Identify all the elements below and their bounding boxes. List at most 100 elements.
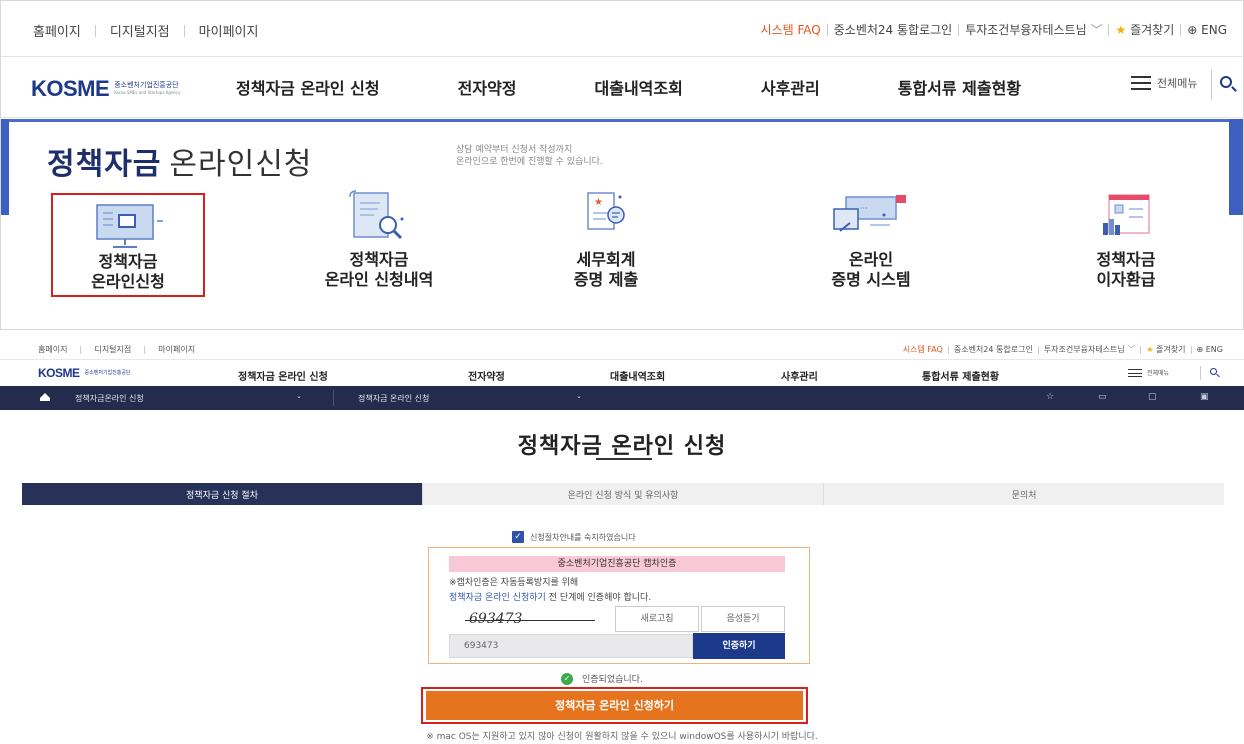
mypage-link[interactable]: 마이페이지 — [185, 21, 273, 40]
nav-loan-history[interactable]: 대출내역조회 — [610, 368, 665, 383]
digital-branch-link[interactable]: 디지털지점 — [96, 21, 184, 40]
all-menu-button[interactable]: 전체메뉴 — [1131, 75, 1197, 91]
nav-loan-history[interactable]: 대출내역조회 — [595, 75, 683, 99]
tile-label-line1: 세무회계 — [576, 250, 636, 269]
favorites-label: 즐겨찾기 — [1130, 23, 1175, 37]
breadcrumb-level1[interactable]: 정책자금온라인 신청 — [75, 393, 144, 404]
checkbox-checked-icon[interactable]: ✓ — [512, 531, 524, 543]
search-icon — [1220, 76, 1232, 88]
tile-label-line2: 온라인 신청내역 — [324, 270, 434, 289]
utility-bar-small: 홈페이지 디지털지점 마이페이지 시스템 FAQ 중소벤처24 통합로그인 투자… — [0, 338, 1244, 360]
captcha-input[interactable]: 693473 — [449, 634, 693, 658]
captcha-heading: 중소벤처기업진흥공단 캡차인증 — [449, 556, 785, 572]
tile-application-history[interactable]: 정책자금 온라인 신청내역 — [289, 187, 469, 290]
integrated-login-link[interactable]: 중소벤처24 통합로그인 — [828, 21, 958, 38]
divider — [333, 390, 334, 406]
refund-chart-icon — [1051, 187, 1201, 245]
certificate-system-icon: ··· — [791, 187, 951, 245]
logo-mark: KOSME — [38, 366, 80, 380]
hero-accent-right — [1229, 119, 1243, 215]
hero-desc-line2: 온라인으로 한번에 진행할 수 있습니다. — [456, 157, 603, 167]
kosme-logo[interactable]: KOSME 중소벤처기업진흥공단 — [38, 366, 131, 380]
page-title: 정책자금 온라인 신청 — [517, 434, 727, 459]
document-search-icon — [289, 187, 469, 245]
tab-list: 정책자금 신청 절차 온라인 신청 방식 및 유의사항 문의처 — [22, 483, 1224, 505]
home-icon[interactable] — [40, 393, 50, 401]
nav-online-application[interactable]: 정책자금 온라인 신청 — [238, 368, 328, 383]
check-circle-icon: ✓ — [561, 672, 573, 685]
captcha-refresh-button[interactable]: 새로고침 — [615, 606, 699, 632]
kosme-logo[interactable]: KOSME 중소벤처기업진흥공단 Korea SMEs and Startups … — [31, 76, 181, 102]
hero-section: 정책자금 온라인신청 상담 예약부터 신청서 작성까지 온라인으로 한번에 진행할… — [1, 119, 1243, 329]
hamburger-icon — [1131, 76, 1151, 90]
captcha-verify-button[interactable]: 인증하기 — [693, 633, 785, 659]
star-icon: ★ — [1146, 345, 1154, 354]
all-menu-label: 전체메뉴 — [1147, 370, 1170, 377]
certificate-icon: ★ — [536, 187, 676, 245]
logo-org-kr: 중소벤처기업진흥공단 — [84, 369, 131, 376]
hero-accent-left — [1, 119, 9, 215]
sitemap-icon[interactable]: ▣ — [1200, 392, 1209, 402]
mypage-link[interactable]: 마이페이지 — [145, 344, 208, 355]
chevron-down-icon: ﹀ — [1090, 23, 1103, 37]
share-icon[interactable]: ▢ — [1148, 392, 1157, 402]
user-menu[interactable]: 투자조건부융자테스트님 ﹀ — [1039, 344, 1141, 355]
favorites-link[interactable]: ★ 즐겨찾기 — [1109, 21, 1180, 38]
home-link[interactable]: 홈페이지 — [33, 21, 95, 40]
logo-org-kr: 중소벤처기업진흥공단 — [114, 81, 179, 89]
captcha-audio-button[interactable]: 음성듣기 — [701, 606, 785, 632]
nav-document-status[interactable]: 통합서류 제출현황 — [922, 368, 999, 383]
user-menu[interactable]: 투자조건부융자테스트님 ﹀ — [959, 21, 1108, 38]
globe-icon: ⊕ — [1196, 345, 1204, 354]
system-faq-link[interactable]: 시스템 FAQ — [755, 21, 827, 38]
digital-branch-link[interactable]: 디지털지점 — [81, 344, 144, 355]
nav-post-management[interactable]: 사후관리 — [761, 75, 820, 99]
agree-label: 신청절차안내를 숙지하였습니다 — [530, 532, 636, 542]
svg-text:★: ★ — [594, 197, 603, 208]
nav-e-contract[interactable]: 전자약정 — [458, 75, 517, 99]
chevron-down-icon[interactable]: ⌄ — [576, 392, 582, 400]
home-link[interactable]: 홈페이지 — [38, 344, 80, 355]
favorite-icon[interactable]: ☆ — [1046, 392, 1054, 402]
favorites-label: 즐겨찾기 — [1156, 345, 1186, 354]
tile-tax-certificate[interactable]: ★ 세무회계 증명 제출 — [536, 187, 676, 290]
global-nav-small: KOSME 중소벤처기업진흥공단 정책자금 온라인 신청 전자약정 대출내역조회… — [0, 361, 1244, 385]
chevron-down-icon[interactable]: ⌄ — [296, 392, 302, 400]
tab-application-procedure[interactable]: 정책자금 신청 절차 — [22, 483, 422, 505]
captcha-apply-link: 정책자금 온라인 신청하기 — [449, 593, 546, 603]
verified-status: ✓ 인증되었습니다. — [561, 672, 643, 685]
agree-checkbox-row[interactable]: ✓ 신청절차안내를 숙지하였습니다 — [512, 531, 636, 543]
apply-online-button[interactable]: 정책자금 온라인 신청하기 — [426, 691, 803, 720]
tab-contact[interactable]: 문의처 — [823, 483, 1224, 505]
all-menu-button[interactable]: 전체메뉴 — [1128, 368, 1169, 377]
search-button[interactable] — [1200, 366, 1224, 380]
globe-icon: ⊕ — [1187, 22, 1198, 37]
tile-label-line2: 이자환급 — [1096, 270, 1156, 289]
tile-label-line1: 정책자금 — [349, 250, 409, 269]
nav-online-application[interactable]: 정책자금 온라인 신청 — [236, 75, 380, 99]
favorites-link[interactable]: ★ 즐겨찾기 — [1141, 344, 1190, 355]
tab-online-method-notes[interactable]: 온라인 신청 방식 및 유의사항 — [422, 483, 823, 505]
hero-accent-line — [9, 119, 1229, 122]
tile-interest-refund[interactable]: 정책자금 이자환급 — [1051, 187, 1201, 290]
breadcrumb-level2[interactable]: 정책자금 온라인 신청 — [358, 393, 429, 404]
hero-title-bold: 정책자금 — [47, 147, 162, 182]
search-button[interactable] — [1211, 70, 1235, 100]
language-label: ENG — [1201, 22, 1227, 37]
nav-post-management[interactable]: 사후관리 — [781, 368, 818, 383]
tile-online-application[interactable]: 정책자금 온라인신청 — [51, 193, 205, 297]
monitor-icon — [89, 203, 169, 255]
global-nav: KOSME 중소벤처기업진흥공단 Korea SMEs and Startups … — [1, 58, 1243, 118]
print-icon[interactable]: ▭ — [1098, 392, 1107, 402]
system-faq-link[interactable]: 시스템 FAQ — [898, 344, 948, 355]
nav-document-status[interactable]: 통합서류 제출현황 — [898, 75, 1021, 99]
tile-label-line1: 온라인 — [848, 250, 894, 269]
nav-e-contract[interactable]: 전자약정 — [468, 368, 505, 383]
logo-org-en: Korea SMEs and Startups Agency — [114, 90, 181, 95]
language-link[interactable]: ⊕ ENG — [1192, 345, 1229, 354]
main-page-panel: 홈페이지 디지털지점 마이페이지 시스템 FAQ 중소벤처24 통합로그인 투자… — [0, 0, 1244, 330]
tile-online-certificate-system[interactable]: ··· 온라인 증명 시스템 — [791, 187, 951, 290]
integrated-login-link[interactable]: 중소벤처24 통합로그인 — [949, 344, 1038, 355]
hero-title-light: 온라인신청 — [169, 147, 313, 182]
language-link[interactable]: ⊕ ENG — [1181, 23, 1233, 37]
